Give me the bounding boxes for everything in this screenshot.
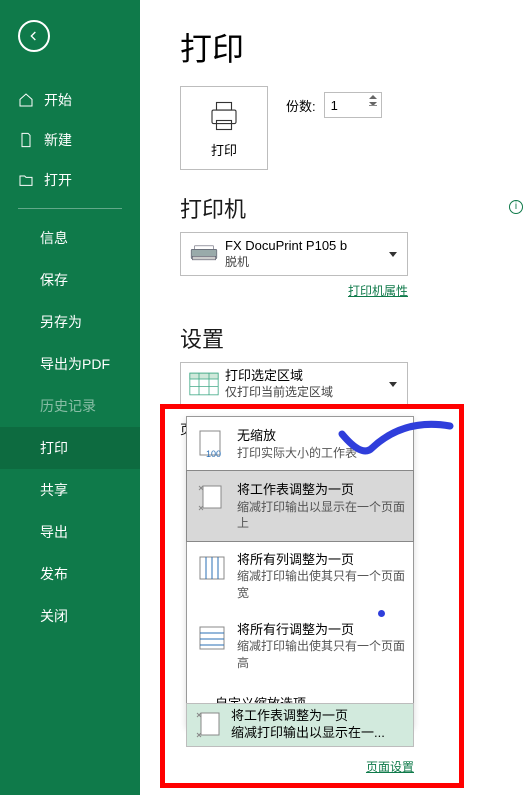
chevron-down-icon (389, 252, 397, 257)
printer-dropdown[interactable]: FX DocuPrint P105 b 脱机 (180, 232, 408, 276)
sidebar-item-save[interactable]: 保存 (0, 259, 140, 301)
printer-icon (187, 237, 221, 271)
fit-columns-icon (195, 551, 229, 585)
print-button[interactable]: 打印 (180, 86, 268, 170)
folder-open-icon (18, 172, 34, 188)
fit-sheet-icon (195, 481, 229, 515)
settings-section-title: 设置 (180, 322, 531, 354)
printer-section-title: 打印机 (180, 192, 531, 224)
chevron-down-icon (389, 382, 397, 387)
sidebar-item-close[interactable]: 关闭 (0, 595, 140, 637)
scaling-selected-sub: 缩减打印输出以显示在一... (231, 725, 407, 742)
sidebar-item-exportpdf[interactable]: 导出为PDF (0, 343, 140, 385)
print-area-dropdown[interactable]: 打印选定区域 仅打印当前选定区域 (180, 362, 408, 406)
print-area-sub: 仅打印当前选定区域 (225, 385, 385, 401)
sidebar-item-publish[interactable]: 发布 (0, 553, 140, 595)
sidebar-item-label: 开始 (44, 90, 72, 110)
copies-label: 份数: (286, 96, 316, 115)
sidebar-item-share[interactable]: 共享 (0, 469, 140, 511)
print-button-label: 打印 (211, 140, 237, 159)
file-icon (18, 132, 34, 148)
printer-info-icon[interactable]: i (509, 200, 523, 214)
home-icon (18, 92, 34, 108)
printer-properties-link[interactable]: 打印机属性 (348, 284, 408, 298)
scaling-option-fit-sheet[interactable]: 将工作表调整为一页 缩减打印输出以显示在一个页面上 (186, 470, 414, 542)
divider (18, 208, 122, 209)
sidebar-item-print[interactable]: 打印 (0, 427, 140, 469)
sidebar-item-label: 新建 (44, 130, 72, 150)
sidebar-item-info[interactable]: 信息 (0, 217, 140, 259)
sheet-selection-icon (187, 367, 221, 401)
sidebar-item-open[interactable]: 打开 (0, 160, 140, 200)
svg-text:100: 100 (206, 449, 221, 459)
sidebar-item-export[interactable]: 导出 (0, 511, 140, 553)
print-area-title: 打印选定区域 (225, 368, 385, 385)
page-title: 打印 (180, 24, 531, 70)
sidebar-item-label: 打开 (44, 170, 72, 190)
fit-rows-icon (195, 621, 229, 655)
sidebar-item-home[interactable]: 开始 (0, 80, 140, 120)
copies-spin-down[interactable] (369, 102, 377, 106)
sidebar-item-history: 历史记录 (0, 385, 140, 427)
back-button[interactable] (18, 20, 50, 52)
scaling-option-fit-rows[interactable]: 将所有行调整为一页 缩减打印输出使其只有一个页面高 (187, 611, 413, 681)
no-scaling-icon: 100 (195, 427, 229, 461)
fit-sheet-icon (193, 708, 227, 742)
scaling-dropdown-menu: 100 无缩放 打印实际大小的工作表 将工作表调整为一页 缩减打印输出以显示在一… (186, 416, 414, 727)
page-setup-link[interactable]: 页面设置 (366, 760, 414, 774)
scaling-option-none[interactable]: 100 无缩放 打印实际大小的工作表 (187, 417, 413, 471)
copies-input[interactable] (324, 92, 382, 118)
sidebar-item-saveas[interactable]: 另存为 (0, 301, 140, 343)
printer-name: FX DocuPrint P105 b (225, 238, 385, 255)
printer-large-icon (206, 98, 242, 134)
back-arrow-icon (26, 28, 42, 44)
scaling-option-fit-columns[interactable]: 将所有列调整为一页 缩减打印输出使其只有一个页面宽 (187, 541, 413, 611)
scaling-dropdown[interactable]: 将工作表调整为一页 缩减打印输出以显示在一... (186, 703, 414, 747)
printer-status: 脱机 (225, 255, 385, 271)
copies-spin-up[interactable] (369, 95, 377, 99)
sidebar-item-new[interactable]: 新建 (0, 120, 140, 160)
scaling-selected-title: 将工作表调整为一页 (231, 708, 407, 725)
